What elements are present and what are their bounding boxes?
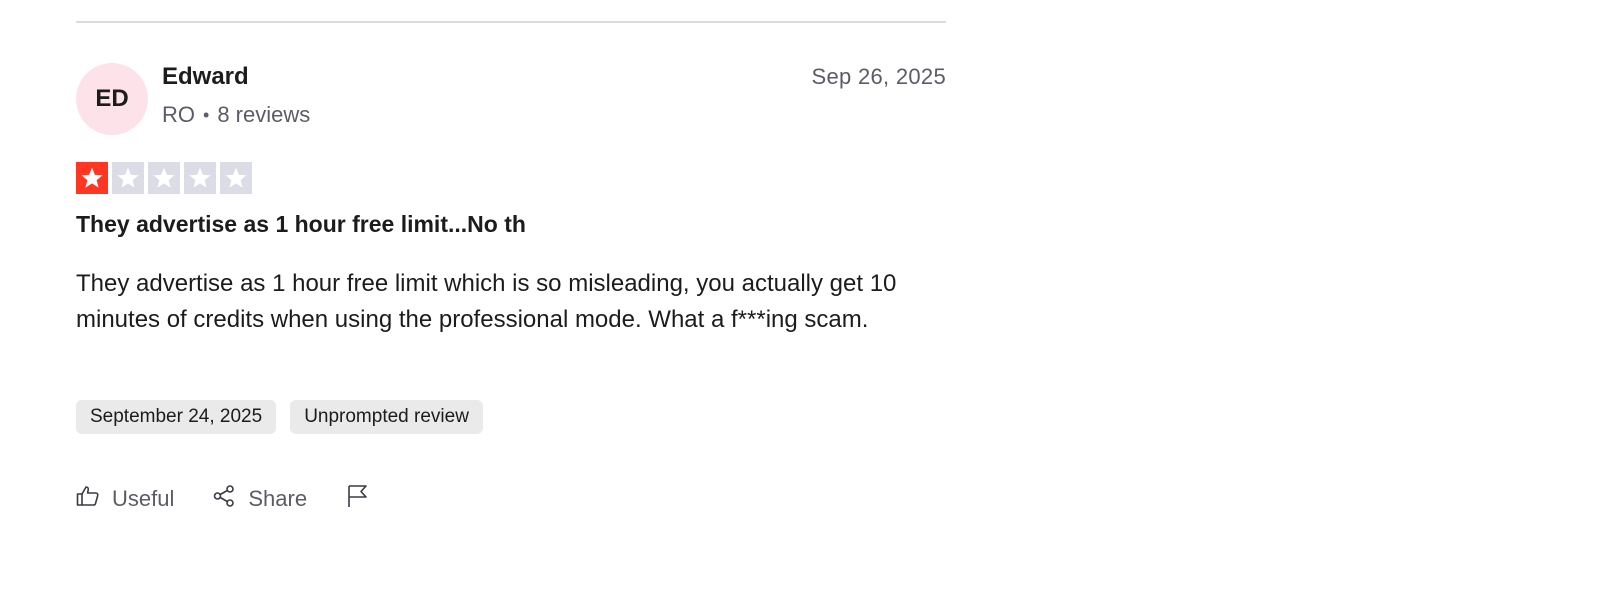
- tag-experience-date: September 24, 2025: [76, 400, 277, 434]
- review-date: Sep 26, 2025: [811, 64, 946, 89]
- reviewer-name[interactable]: Edward: [162, 63, 249, 91]
- share-label: Share: [248, 486, 308, 511]
- reviewer-meta: RO • 8 reviews: [162, 102, 310, 128]
- flag-icon: [345, 484, 369, 514]
- review-title[interactable]: They advertise as 1 hour free limit...No…: [76, 211, 526, 238]
- star-rating: [76, 162, 252, 194]
- star-empty: [220, 162, 252, 194]
- star-filled: [76, 162, 108, 194]
- review-tags: September 24, 2025 Unprompted review: [76, 400, 483, 434]
- avatar[interactable]: ED: [76, 63, 148, 135]
- separator-dot: •: [203, 104, 210, 125]
- useful-label: Useful: [112, 486, 175, 511]
- report-button[interactable]: [345, 484, 369, 514]
- reviewer-country: RO: [162, 102, 195, 127]
- review-actions: Useful Share: [76, 484, 407, 514]
- thumbs-up-icon: [76, 484, 100, 514]
- useful-button[interactable]: Useful: [76, 484, 174, 514]
- top-divider: [76, 21, 946, 23]
- tag-unprompted[interactable]: Unprompted review: [290, 400, 483, 434]
- star-empty: [148, 162, 180, 194]
- share-button[interactable]: Share: [212, 484, 307, 514]
- share-icon: [212, 484, 236, 514]
- reviewer-review-count: 8 reviews: [217, 102, 311, 127]
- star-empty: [184, 162, 216, 194]
- review-body: They advertise as 1 hour free limit whic…: [76, 270, 897, 333]
- star-empty: [112, 162, 144, 194]
